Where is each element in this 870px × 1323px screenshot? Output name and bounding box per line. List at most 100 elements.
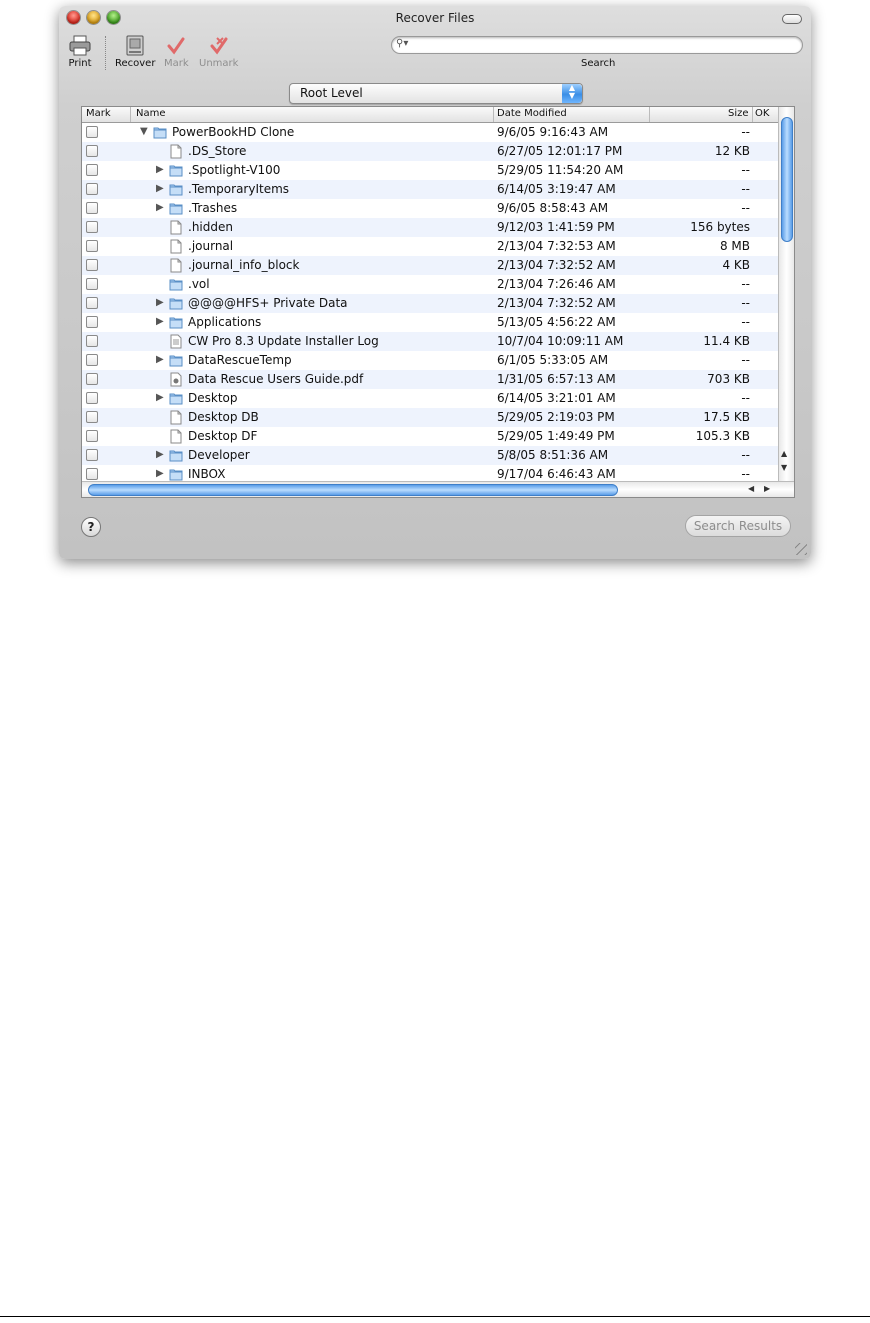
mark-button[interactable]: Mark	[164, 34, 189, 69]
column-header-ok[interactable]: OK	[755, 108, 769, 119]
search-label: Search	[581, 58, 616, 69]
folder-icon	[169, 467, 183, 481]
mark-checkbox[interactable]	[86, 145, 98, 157]
vertical-scrollbar[interactable]: ▲ ▼	[778, 107, 794, 481]
mark-label: Mark	[164, 58, 189, 69]
mark-checkbox[interactable]	[86, 373, 98, 385]
disclosure-closed-icon[interactable]: ▶	[156, 164, 164, 175]
unmark-button[interactable]: Unmark	[199, 34, 238, 69]
mark-checkbox[interactable]	[86, 411, 98, 423]
column-header-name[interactable]: Name	[136, 108, 166, 119]
mark-checkbox[interactable]	[86, 278, 98, 290]
disclosure-closed-icon[interactable]: ▶	[156, 468, 164, 479]
mark-checkbox[interactable]	[86, 354, 98, 366]
file-name: Applications	[188, 315, 262, 329]
location-popup-value: Root Level	[300, 86, 363, 100]
table-row[interactable]: ▶ @@@@HFS+ Private Data 2/13/04 7:32:52 AM…	[82, 294, 778, 313]
table-row[interactable]: Desktop DF 5/29/05 1:49:49 PM 105.3 KB	[82, 427, 778, 446]
column-header-date[interactable]: Date Modified	[497, 108, 567, 119]
mark-checkbox[interactable]	[86, 240, 98, 252]
folder-icon	[169, 163, 183, 178]
document-icon	[169, 220, 183, 235]
disclosure-open-icon[interactable]: ▼	[140, 126, 148, 137]
file-size: --	[741, 163, 750, 177]
folder-icon	[169, 296, 183, 311]
table-header: Mark Name Date Modified Size OK	[82, 107, 778, 123]
table-row[interactable]: .journal 2/13/04 7:32:53 AM 8 MB	[82, 237, 778, 256]
table-row[interactable]: Data Rescue Users Guide.pdf 1/31/05 6:57:…	[82, 370, 778, 389]
folder-icon	[169, 201, 183, 216]
recover-button[interactable]: Recover	[115, 34, 155, 69]
vertical-scroll-thumb[interactable]	[781, 117, 793, 242]
file-size: --	[741, 201, 750, 215]
mark-checkbox[interactable]	[86, 316, 98, 328]
scroll-right-arrow-icon[interactable]: ▶	[764, 484, 770, 493]
mark-checkbox[interactable]	[86, 183, 98, 195]
file-rows: ▼ PowerBookHD Clone 9/6/05 9:16:43 AM -- .DS…	[82, 123, 778, 481]
printer-icon	[69, 35, 91, 56]
toolbar-toggle-button[interactable]	[782, 14, 802, 24]
file-name: .Spotlight-V100	[188, 163, 281, 177]
table-row[interactable]: .vol 2/13/04 7:26:46 AM --	[82, 275, 778, 294]
file-date-modified: 2/13/04 7:32:52 AM	[497, 258, 616, 272]
column-header-mark[interactable]: Mark	[86, 108, 111, 119]
search-field[interactable]: ⚲▾	[391, 36, 803, 54]
file-size: --	[741, 448, 750, 462]
recover-files-window: Recover Files Print Recover Mark Unmark	[59, 6, 811, 559]
column-divider	[649, 107, 650, 122]
table-row[interactable]: .DS_Store 6/27/05 12:01:17 PM 12 KB	[82, 142, 778, 161]
table-row[interactable]: ▶ Applications 5/13/05 4:56:22 AM --	[82, 313, 778, 332]
mark-checkbox[interactable]	[86, 126, 98, 138]
scroll-up-arrow-icon[interactable]: ▲	[781, 449, 787, 458]
table-row[interactable]: CW Pro 8.3 Update Installer Log 10/7/04 1…	[82, 332, 778, 351]
file-size: 17.5 KB	[703, 410, 750, 424]
disclosure-closed-icon[interactable]: ▶	[156, 183, 164, 194]
table-row[interactable]: .journal_info_block 2/13/04 7:32:52 AM 4 K…	[82, 256, 778, 275]
unmark-checkmark-icon	[210, 37, 228, 55]
help-button[interactable]: ?	[81, 517, 101, 537]
column-header-size[interactable]: Size	[728, 108, 749, 119]
scroll-down-arrow-icon[interactable]: ▼	[781, 463, 787, 472]
table-row[interactable]: .hidden 9/12/03 1:41:59 PM 156 bytes	[82, 218, 778, 237]
mark-checkbox[interactable]	[86, 335, 98, 347]
search-results-button[interactable]: Search Results	[685, 515, 791, 537]
table-row[interactable]: ▶ DataRescueTemp 6/1/05 5:33:05 AM --	[82, 351, 778, 370]
table-row[interactable]: ▶ Desktop 6/14/05 3:21:01 AM --	[82, 389, 778, 408]
table-row[interactable]: ▶ INBOX 9/17/04 6:46:43 AM --	[82, 465, 778, 481]
file-size: --	[741, 296, 750, 310]
horizontal-scroll-thumb[interactable]	[88, 484, 618, 496]
table-row[interactable]: Desktop DB 5/29/05 2:19:03 PM 17.5 KB	[82, 408, 778, 427]
disclosure-closed-icon[interactable]: ▶	[156, 297, 164, 308]
table-row[interactable]: ▶ Developer 5/8/05 8:51:36 AM --	[82, 446, 778, 465]
file-size: --	[741, 277, 750, 291]
document-icon	[169, 144, 183, 159]
mark-checkbox[interactable]	[86, 297, 98, 309]
disclosure-closed-icon[interactable]: ▶	[156, 392, 164, 403]
horizontal-scrollbar[interactable]: ◀ ▶	[82, 481, 794, 497]
search-input[interactable]	[414, 38, 784, 51]
mark-checkbox[interactable]	[86, 430, 98, 442]
scroll-left-arrow-icon[interactable]: ◀	[748, 484, 754, 493]
disclosure-closed-icon[interactable]: ▶	[156, 449, 164, 460]
mark-checkbox[interactable]	[86, 221, 98, 233]
file-date-modified: 5/29/05 2:19:03 PM	[497, 410, 615, 424]
title-bar[interactable]: Recover Files	[59, 6, 811, 28]
file-size: 12 KB	[714, 144, 750, 158]
mark-checkbox[interactable]	[86, 202, 98, 214]
location-popup[interactable]: Root Level ▲ ▼	[289, 83, 583, 104]
mark-checkbox[interactable]	[86, 392, 98, 404]
mark-checkbox[interactable]	[86, 449, 98, 461]
recover-label: Recover	[115, 58, 156, 69]
table-row[interactable]: ▶ .TemporaryItems 6/14/05 3:19:47 AM --	[82, 180, 778, 199]
mark-checkbox[interactable]	[86, 468, 98, 480]
print-button[interactable]: Print	[67, 34, 93, 69]
table-row[interactable]: ▶ .Spotlight-V100 5/29/05 11:54:20 AM --	[82, 161, 778, 180]
mark-checkbox[interactable]	[86, 164, 98, 176]
disclosure-closed-icon[interactable]: ▶	[156, 354, 164, 365]
disclosure-closed-icon[interactable]: ▶	[156, 202, 164, 213]
disclosure-closed-icon[interactable]: ▶	[156, 316, 164, 327]
table-row[interactable]: ▶ .Trashes 9/6/05 8:58:43 AM --	[82, 199, 778, 218]
resize-grip-icon[interactable]	[795, 543, 807, 555]
table-row[interactable]: ▼ PowerBookHD Clone 9/6/05 9:16:43 AM --	[82, 123, 778, 142]
mark-checkbox[interactable]	[86, 259, 98, 271]
